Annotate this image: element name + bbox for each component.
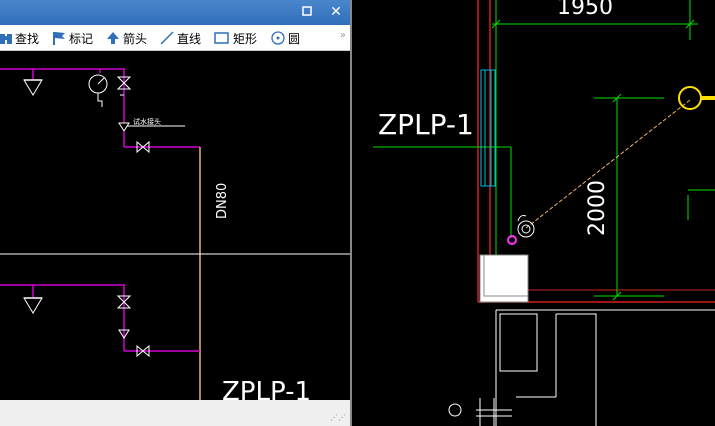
tag-label-left: ZPLP-1 <box>222 377 311 400</box>
markup-toolbar: 查找 标记 箭头 直线 矩形 圆 » <box>0 25 350 51</box>
close-icon[interactable]: ✕ <box>326 2 346 22</box>
panel-titlebar: ✕ <box>0 0 350 25</box>
status-bar: ⋰⋰ <box>0 400 350 426</box>
circle-label: 圆 <box>288 31 301 46</box>
pipe-size-label: DN80 <box>215 183 230 219</box>
vertical-pipe <box>480 69 496 187</box>
lower-room <box>448 309 715 426</box>
top-dimension-label: 1950 <box>557 0 613 20</box>
cad-viewport[interactable]: 1950 2000 ZPLP-1 <box>352 0 715 426</box>
dimension-lines <box>373 0 715 301</box>
arrow-label: 箭头 <box>123 31 148 46</box>
find-label: 查找 <box>15 31 40 46</box>
view-panel: ✕ 查找 标记 箭头 直线 矩形 圆 » 试水接头 DN80 ZPLP-1 ⋰⋰ <box>0 0 350 426</box>
sprinkler-head-icon[interactable] <box>678 86 702 110</box>
test-valve-icon[interactable] <box>517 220 535 238</box>
line-icon <box>160 31 174 45</box>
chevron-double-right-icon[interactable]: » <box>340 30 346 41</box>
arrow-up-icon <box>106 31 120 45</box>
minimize-icon[interactable] <box>297 2 317 22</box>
lower-branch <box>0 284 200 358</box>
line-button[interactable]: 直线 <box>160 28 201 48</box>
binoculars-icon <box>0 31 12 45</box>
equipment-block <box>479 254 529 303</box>
side-dimension-label: 2000 <box>585 180 610 236</box>
resize-grip-icon[interactable]: ⋰⋰ <box>330 414 346 422</box>
flag-icon <box>52 31 66 45</box>
rectangle-label: 矩形 <box>233 31 258 46</box>
tag-label-main: ZPLP-1 <box>378 108 474 141</box>
mark-button[interactable]: 标记 <box>52 28 93 48</box>
circle-icon <box>271 31 285 45</box>
arrow-button[interactable]: 箭头 <box>106 28 147 48</box>
line-label: 直线 <box>177 31 202 46</box>
circle-button[interactable]: 圆 <box>271 28 300 48</box>
rectangle-icon <box>214 31 230 45</box>
note-label: 试水接头 <box>133 117 161 126</box>
upper-branch: 试水接头 <box>0 68 200 154</box>
detail-drawing[interactable]: 试水接头 DN80 ZPLP-1 <box>0 51 350 400</box>
connection-point-icon[interactable] <box>507 235 517 245</box>
rectangle-button[interactable]: 矩形 <box>214 28 257 48</box>
mark-label: 标记 <box>69 31 94 46</box>
find-button[interactable]: 查找 <box>0 28 39 48</box>
